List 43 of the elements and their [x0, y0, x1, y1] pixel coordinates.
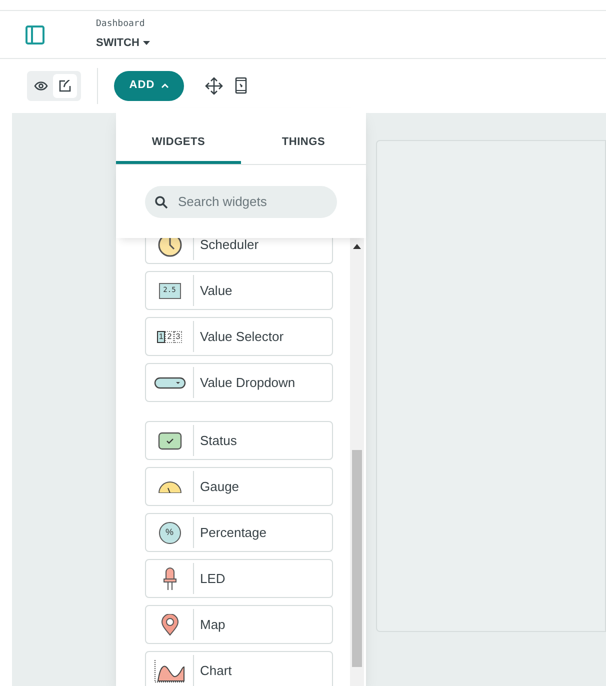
clock-icon — [156, 238, 182, 258]
widget-item[interactable]: Chart — [145, 651, 333, 686]
widget-label: Value Selector — [199, 328, 284, 346]
widget-item[interactable]: Status — [145, 421, 333, 460]
caret-icon — [143, 40, 150, 45]
widget-label: Gauge — [199, 478, 240, 496]
widget-item[interactable]: LED — [145, 559, 333, 598]
search-icon — [155, 196, 168, 208]
area-chart-icon — [154, 658, 186, 682]
phone-icon[interactable] — [235, 77, 247, 94]
widget-label: Percentage — [199, 524, 266, 542]
map-pin-icon — [160, 614, 178, 636]
sidebar-toggle-icon[interactable] — [25, 24, 45, 44]
search-field[interactable]: Search widgets — [145, 186, 337, 218]
dashboard-title-dropdown[interactable]: SWITCH — [96, 34, 150, 51]
widget-item[interactable]: 1 2 3 Value Selector — [145, 317, 333, 356]
dropdown-icon — [154, 376, 186, 390]
widget-label: LED — [199, 570, 226, 588]
eye-icon — [34, 80, 48, 90]
breadcrumb: Dashboard — [96, 18, 146, 31]
edit-mode-button[interactable] — [53, 74, 77, 98]
add-button[interactable]: ADD — [114, 70, 184, 100]
widget-label: Chart — [199, 662, 232, 680]
gauge-icon — [158, 480, 182, 492]
widget-label: Value — [199, 282, 232, 300]
scrollbar-thumb[interactable] — [352, 450, 362, 667]
widget-item[interactable]: Scheduler — [145, 238, 333, 264]
widget-item[interactable]: Gauge — [145, 467, 333, 506]
move-arrows-icon[interactable] — [205, 76, 223, 94]
widget-item[interactable]: Value Dropdown — [145, 363, 333, 402]
pencil-icon — [59, 80, 71, 92]
percentage-icon: % — [158, 522, 180, 544]
widget-label: Map — [199, 616, 226, 634]
checkmark-icon — [158, 432, 182, 450]
chevron-up-icon — [160, 83, 169, 88]
scroll-up-icon[interactable] — [353, 244, 361, 249]
widget-label: Scheduler — [199, 238, 259, 254]
widget-label: Status — [199, 432, 237, 450]
widget-label: Value Dropdown — [199, 374, 296, 392]
widget-item[interactable]: Map — [145, 605, 333, 644]
led-icon — [162, 566, 176, 590]
widget-item[interactable]: % Percentage — [145, 513, 333, 552]
panel-tab[interactable]: THINGS — [241, 124, 366, 164]
